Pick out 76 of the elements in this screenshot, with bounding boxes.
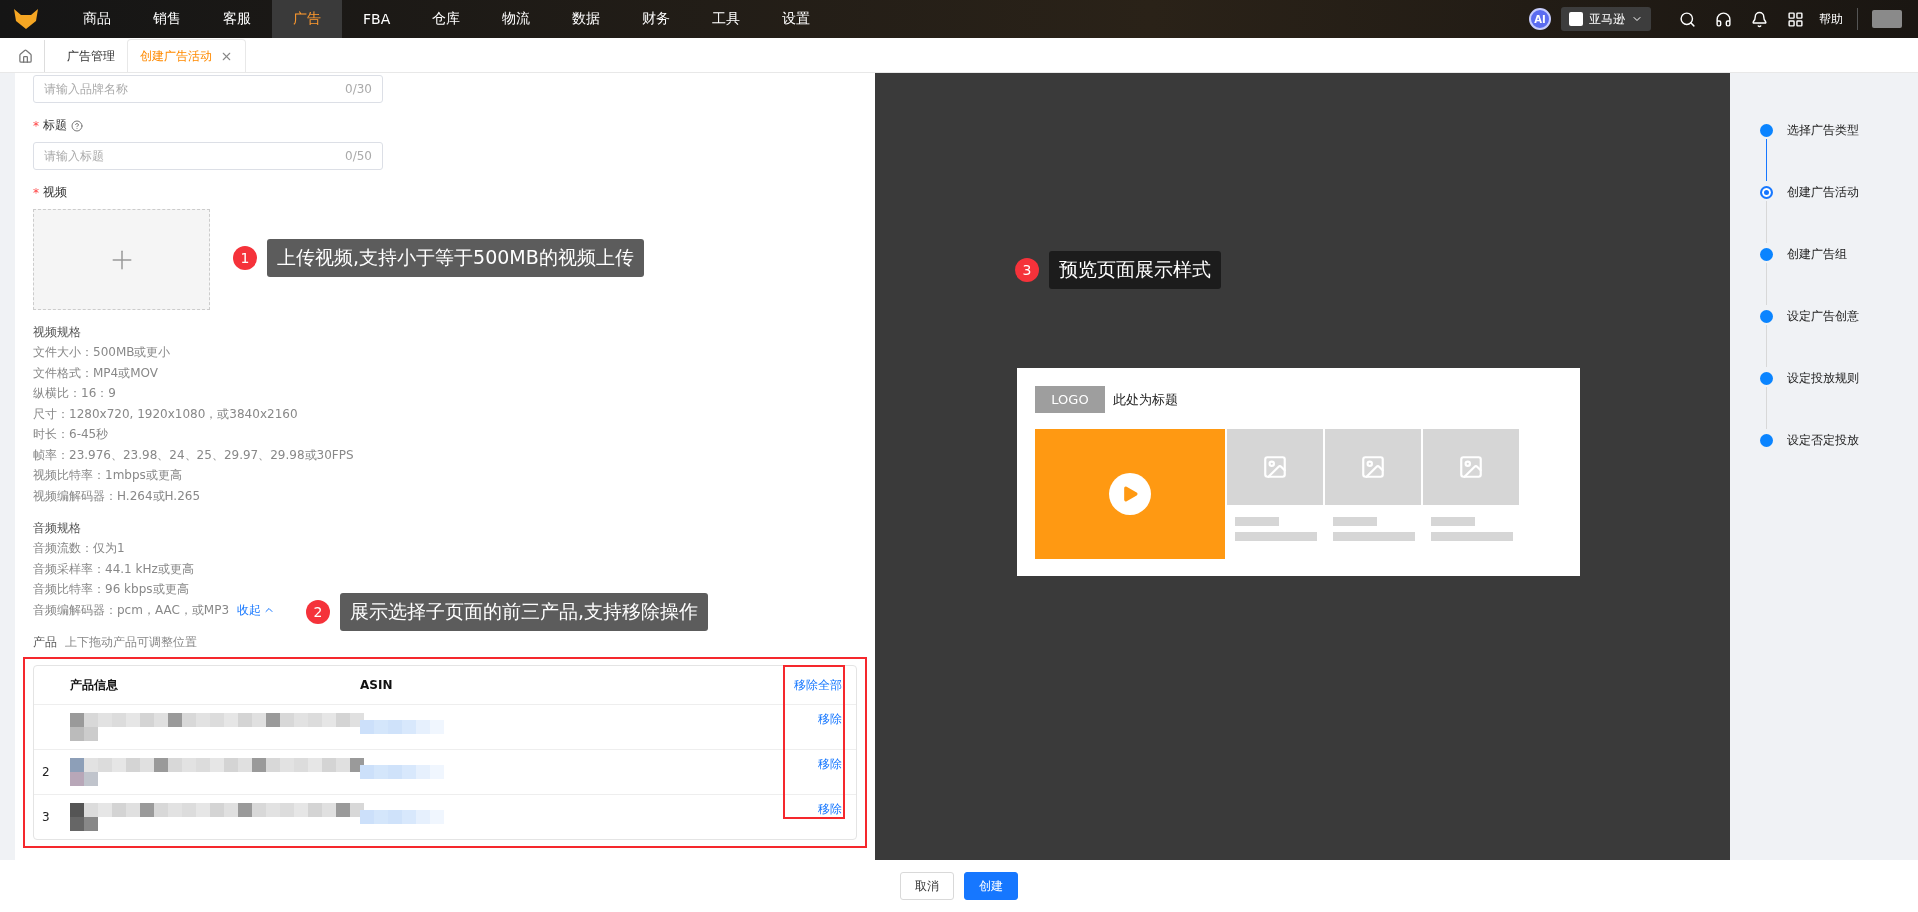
bell-icon[interactable]	[1749, 9, 1769, 29]
field-label: 产品	[33, 634, 57, 651]
step-number: 2	[306, 600, 330, 624]
image-icon	[1458, 454, 1484, 480]
column-header: ASIN	[360, 678, 394, 692]
spec-heading: 音频规格	[33, 520, 82, 537]
spec-text: 帧率：23.976、23.98、24、25、29.97、29.98或30FPS	[33, 446, 354, 464]
headset-icon[interactable]	[1713, 9, 1733, 29]
spec-text: 音频采样率：44.1 kHz或更高	[33, 560, 194, 578]
spec-text: 视频编解码器：H.264或H.265	[33, 487, 201, 505]
remove-link[interactable]: 移除	[818, 756, 842, 773]
callout-tooltip: 预览页面展示样式	[1049, 251, 1221, 289]
help-icon[interactable]	[71, 119, 83, 132]
spec-text: 音频流数：仅为1	[33, 540, 125, 557]
cancel-button[interactable]: 取消	[900, 872, 954, 900]
spec-text: 音频比特率：96 kbps或更高	[33, 581, 189, 598]
text-placeholder	[1235, 517, 1279, 526]
nav-item[interactable]: 广告	[272, 0, 342, 38]
nav-item[interactable]: 财务	[621, 0, 692, 38]
help-link[interactable]: 帮助	[1819, 10, 1843, 28]
step-number: 3	[1015, 258, 1039, 282]
step-label[interactable]: 创建广告组	[1787, 245, 1847, 263]
text-placeholder	[1333, 517, 1377, 526]
image-icon	[1360, 454, 1386, 480]
spec-text: 音频编解码器：pcm，AAC，或MP3	[33, 601, 230, 619]
step-number: 1	[233, 246, 257, 270]
nav-item[interactable]: 仓库	[411, 0, 482, 38]
step-label[interactable]: 创建广告活动	[1787, 183, 1859, 201]
field-label: 标题	[43, 117, 67, 134]
spec-heading: 视频规格	[33, 324, 82, 341]
remove-link[interactable]: 移除	[818, 711, 842, 728]
hint-text: 上下拖动产品可调整位置	[65, 634, 197, 651]
play-icon[interactable]	[1109, 473, 1151, 515]
spec-text: 时长：6-45秒	[33, 426, 109, 443]
callout-tooltip: 展示选择子页面的前三产品,支持移除操作	[340, 593, 709, 631]
nav-item[interactable]: 物流	[481, 0, 552, 38]
required-mark: *	[33, 118, 39, 133]
remove-link[interactable]: 移除	[818, 801, 842, 818]
search-icon[interactable]	[1677, 9, 1697, 29]
nav-item[interactable]: 客服	[202, 0, 272, 38]
row-index: 2	[41, 765, 51, 779]
spec-text: 文件格式：MP4或MOV	[33, 364, 159, 382]
nav-item[interactable]: 商品	[62, 0, 132, 38]
column-header: 产品信息	[70, 676, 119, 694]
fox-logo[interactable]	[12, 7, 40, 31]
page-tab[interactable]: 广告管理	[55, 40, 127, 72]
create-button[interactable]: 创建	[964, 872, 1018, 900]
home-icon[interactable]	[18, 40, 45, 72]
nav-item[interactable]: 数据	[551, 0, 622, 38]
remove-all-link[interactable]: 移除全部	[794, 676, 842, 694]
spec-text: 尺寸：1280x720, 1920x1080，或3840x2160	[33, 405, 298, 423]
step-label[interactable]: 选择广告类型	[1787, 121, 1859, 139]
grid-icon[interactable]	[1785, 9, 1805, 29]
nav-item[interactable]: 设置	[761, 0, 832, 38]
char-count: 0/30	[345, 82, 372, 96]
spec-text: 视频比特率：1mbps或更高	[33, 467, 182, 484]
step-label[interactable]: 设定广告创意	[1787, 307, 1859, 325]
field-label: 视频	[43, 184, 67, 201]
text-placeholder	[1431, 517, 1475, 526]
callout-tooltip: 上传视频,支持小于等于500MB的视频上传	[267, 239, 644, 277]
step-label[interactable]: 设定否定投放	[1787, 431, 1859, 449]
required-mark: *	[33, 185, 39, 200]
collapse-link[interactable]: 收起	[237, 599, 276, 620]
step-label[interactable]: 设定投放规则	[1787, 369, 1859, 387]
logo-label: LOGO	[1035, 386, 1105, 413]
image-icon	[1262, 454, 1288, 480]
marketplace-select[interactable]: 亚马逊	[1561, 7, 1651, 31]
preview-title: 此处为标题	[1113, 390, 1178, 409]
nav-item[interactable]: 工具	[691, 0, 762, 38]
nav-item[interactable]: FBA	[342, 0, 412, 38]
nav-item[interactable]: 销售	[132, 0, 202, 38]
char-count: 0/50	[345, 149, 372, 163]
ai-badge[interactable]: AI	[1529, 8, 1551, 30]
spec-text: 文件大小：500MB或更小	[33, 344, 171, 361]
spec-text: 纵横比：16：9	[33, 385, 116, 402]
row-index: 3	[41, 810, 51, 824]
